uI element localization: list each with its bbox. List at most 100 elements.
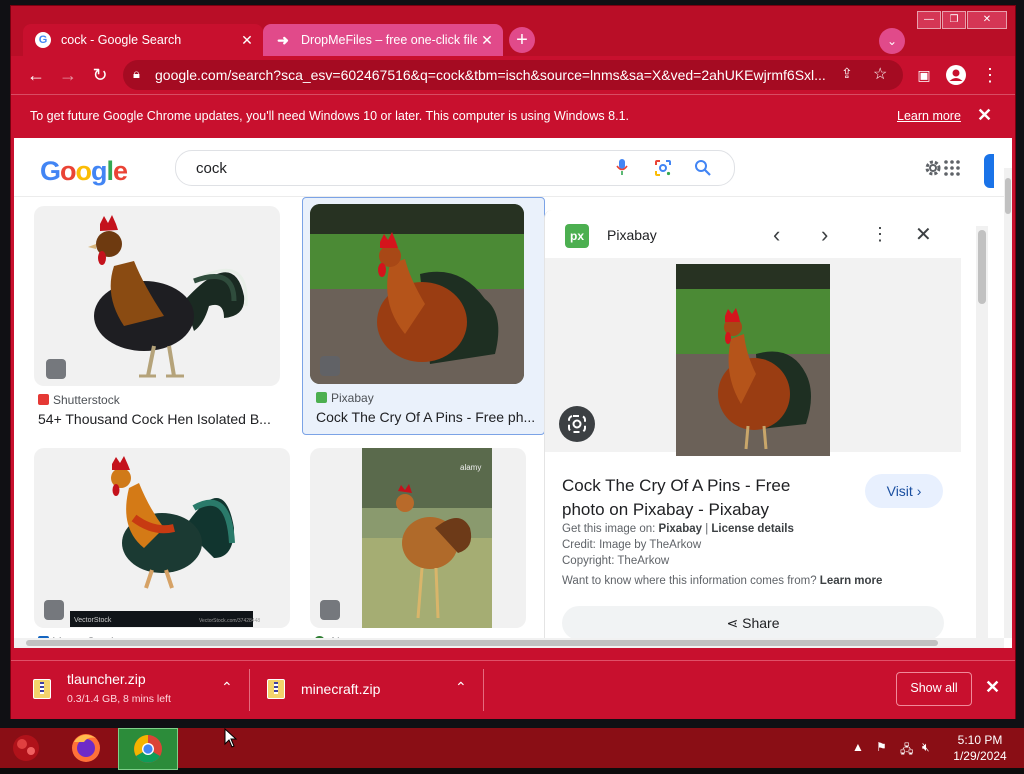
page-scrollbar[interactable] [1004,168,1012,638]
tab-strip: G cock - Google Search ✕ ➜ DropMeFiles –… [11,6,1015,56]
image-type-icon [46,359,66,379]
tab-search-button[interactable]: ⌄ [879,28,905,54]
show-all-button[interactable]: Show all [896,672,972,706]
image-result[interactable]: VectorStock VectorStock.com/37428448 Vec… [34,448,292,648]
close-icon[interactable]: ✕ [985,677,1000,698]
panel-title[interactable]: Cock The Cry Of A Pins - Free photo on P… [562,474,832,522]
license-details-link[interactable]: License details [711,523,793,535]
image-result[interactable]: alamy Alamy [310,448,538,648]
maximize-button[interactable]: ❐ [942,11,966,29]
share-button[interactable]: ⋖ Share [562,606,944,640]
new-tab-button[interactable]: + [509,27,535,53]
settings-gear-icon[interactable] [923,158,943,178]
previous-arrow-icon[interactable]: ‹ [773,222,780,248]
pixabay-site-icon: px [565,224,589,248]
menu-kebab-icon[interactable]: ⋮ [977,63,1003,87]
back-button[interactable]: ← [23,63,49,87]
preview-image[interactable] [676,264,830,456]
result-thumbnail[interactable]: VectorStock VectorStock.com/37428448 [34,448,290,628]
tab-title: DropMeFiles – free one-click file [301,33,477,47]
pixabay-icon [316,392,327,403]
divider [483,669,484,711]
google-g-icon: G [35,32,51,48]
horizontal-scrollbar-thumb[interactable] [26,640,938,646]
close-panel-icon[interactable]: ✕ [915,222,932,247]
download-item[interactable]: tlauncher.zip 0.3/1.4 GB, 8 mins left ⌃ [27,671,247,711]
download-item[interactable]: minecraft.zip ⌃ [261,671,481,711]
microphone-icon[interactable] [616,159,628,175]
panel-site-name[interactable]: Pixabay [607,227,657,243]
panel-scrollbar-thumb[interactable] [978,230,986,304]
download-filename: tlauncher.zip [67,671,146,687]
chrome-taskbar-button[interactable] [118,728,178,770]
image-result[interactable]: Shutterstock 54+ Thousand Cock Hen Isola… [34,206,282,431]
info-learn-more-link[interactable]: Learn more [820,575,883,587]
result-thumbnail[interactable] [34,206,280,386]
volume-muted-icon[interactable]: 🔇︎ [922,740,930,755]
google-images-page: Google cock Shutterstock 54+ Thousand Co… [14,138,1012,648]
image-result-selected[interactable]: Pixabay Cock The Cry Of A Pins - Free ph… [310,204,538,430]
shutterstock-icon [38,394,49,405]
result-source[interactable]: Pixabay [316,391,374,405]
minimize-button[interactable]: — [917,11,941,29]
bookmark-star-icon[interactable]: ☆ [873,64,887,84]
profile-avatar-icon[interactable] [943,63,969,87]
tab-title: cock - Google Search [61,33,182,47]
visit-button[interactable]: Visit › [865,474,943,508]
infobar-message: To get future Google Chrome updates, you… [30,109,629,123]
lock-icon: 🔒︎ [133,66,140,81]
share-page-icon[interactable]: ⇪ [841,65,853,82]
next-arrow-icon[interactable]: › [821,222,828,248]
sign-in-button[interactable] [984,154,994,188]
more-options-icon[interactable]: ⋮ [871,224,889,245]
google-logo[interactable]: Google [40,156,128,187]
chevron-up-icon[interactable]: ⌃ [221,679,233,696]
zip-file-icon [267,679,285,699]
tab-google-search[interactable]: G cock - Google Search ✕ [23,24,263,56]
tab-dropmefiles[interactable]: ➜ DropMeFiles – free one-click file ✕ [263,24,503,56]
google-lens-icon[interactable] [654,159,672,177]
chevron-up-icon[interactable]: ⌃ [455,679,467,696]
share-icon: ⋖ [726,615,739,631]
search-icon[interactable] [694,159,712,177]
lens-icon [568,415,586,433]
divider [249,669,250,711]
show-hidden-icons[interactable]: ▲ [852,740,864,754]
info-source-line: Want to know where this information come… [562,575,883,587]
reload-button[interactable]: ↻ [87,63,113,87]
network-icon[interactable]: 🖧︎ [900,740,913,761]
close-window-button[interactable]: ✕ [967,11,1007,29]
copyright-text: Copyright: TheArkow [562,555,670,567]
url-text: google.com/search?sca_esv=602467516&q=co… [155,67,825,83]
result-caption[interactable]: Cock The Cry Of A Pins - Free ph... [316,409,534,425]
result-caption[interactable]: 54+ Thousand Cock Hen Isolated B... [38,411,278,427]
action-center-flag-icon[interactable]: ⚑ [876,740,887,754]
page-scrollbar-thumb[interactable] [1005,178,1011,214]
google-apps-icon[interactable] [944,160,960,176]
address-bar[interactable]: 🔒︎ google.com/search?sca_esv=602467516&q… [123,60,903,90]
get-image-site-link[interactable]: Pixabay [659,523,702,535]
mouse-cursor-icon [224,728,238,748]
side-panel-icon[interactable]: ▣ [911,63,937,87]
result-thumbnail[interactable]: alamy [310,448,526,628]
update-infobar: To get future Google Chrome updates, you… [11,94,1015,139]
start-button[interactable] [6,728,46,768]
forward-button[interactable]: → [55,63,81,87]
search-input[interactable]: cock [196,160,227,177]
rooster-image: VectorStock VectorStock.com/37428448 [70,456,260,627]
learn-more-link[interactable]: Learn more [897,109,961,123]
search-box[interactable]: cock [175,150,735,186]
rooster-image: alamy [362,448,492,628]
lens-search-button[interactable] [559,406,595,442]
firefox-icon [72,734,100,762]
close-tab-icon[interactable]: ✕ [237,32,257,49]
vectorstock-watermark-id: VectorStock.com/37428448 [199,618,260,624]
image-type-icon [320,600,340,620]
firefox-taskbar-button[interactable] [64,728,108,768]
close-tab-icon[interactable]: ✕ [477,32,497,49]
result-thumbnail[interactable] [310,204,524,384]
zip-file-icon [33,679,51,699]
result-source[interactable]: Shutterstock [38,393,120,407]
system-clock[interactable]: 5:10 PM 1/29/2024 [940,732,1020,764]
close-icon[interactable]: ✕ [977,105,992,126]
